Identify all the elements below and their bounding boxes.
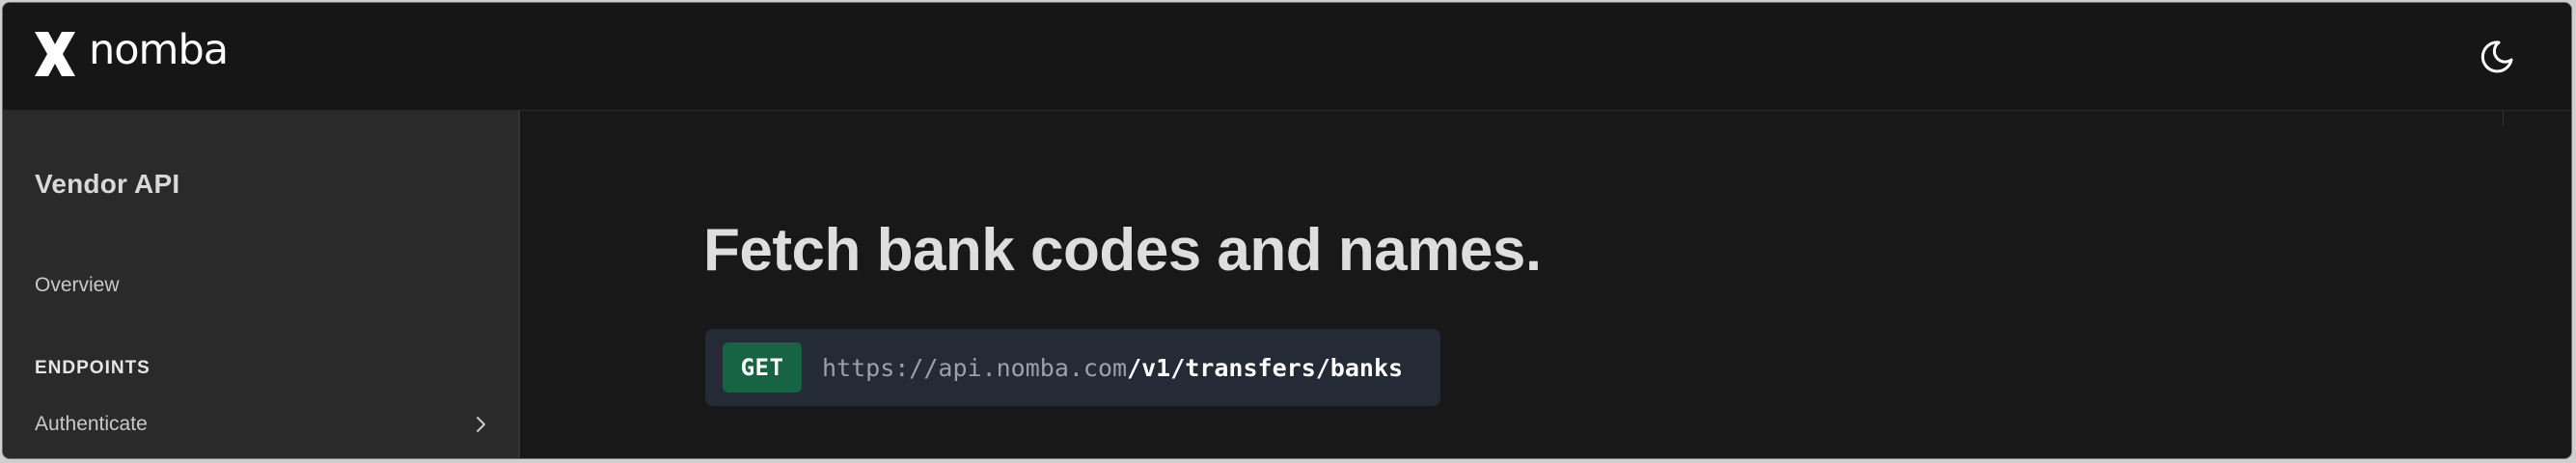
brand-name: nomba bbox=[89, 25, 229, 74]
sidebar-section-endpoints: ENDPOINTS bbox=[35, 358, 151, 378]
sidebar-item-label: Authenticate bbox=[35, 413, 148, 435]
sidebar: Vendor API Overview ENDPOINTS Authentica… bbox=[3, 111, 520, 458]
http-method-badge: GET bbox=[723, 342, 802, 393]
moon-icon[interactable] bbox=[2479, 39, 2515, 75]
sidebar-item-overview[interactable]: Overview bbox=[35, 274, 120, 297]
nomba-x-logo-icon bbox=[35, 32, 75, 76]
brand-logo[interactable]: nomba bbox=[33, 25, 229, 78]
page-title: Fetch bank codes and names. bbox=[703, 217, 1542, 284]
sidebar-title: Vendor API bbox=[35, 169, 180, 199]
app-window: nomba Vendor API Overview ENDPOINTS Auth… bbox=[2, 2, 2572, 459]
endpoint-path: /v1/transfers/banks bbox=[1127, 353, 1404, 382]
endpoint-url: https://api.nomba.com/v1/transfers/banks bbox=[822, 354, 1403, 382]
sidebar-item-authenticate[interactable]: Authenticate bbox=[35, 413, 488, 436]
endpoint-url-box[interactable]: GET https://api.nomba.com/v1/transfers/b… bbox=[705, 329, 1440, 406]
content-edge-line bbox=[1730, 458, 2405, 459]
endpoint-base-url: https://api.nomba.com bbox=[822, 353, 1128, 382]
top-navigation-bar: nomba bbox=[3, 3, 2571, 111]
toggle-divider bbox=[2503, 111, 2504, 126]
chevron-right-icon bbox=[477, 417, 485, 432]
